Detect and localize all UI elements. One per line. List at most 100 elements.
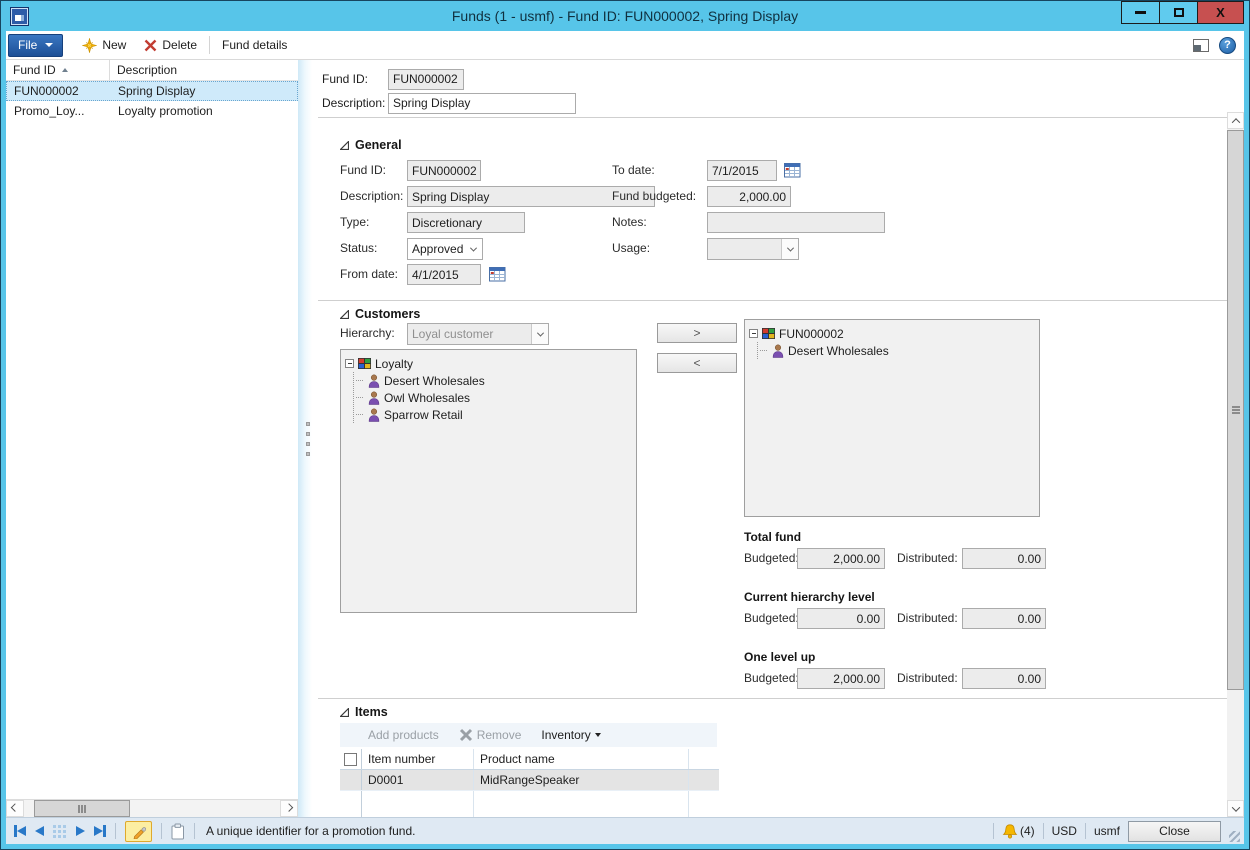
statusbar-separator — [161, 823, 162, 839]
company-indicator[interactable]: usmf — [1094, 824, 1120, 838]
close-button[interactable]: Close — [1128, 821, 1221, 842]
current-level-budgeted-field[interactable] — [797, 608, 885, 629]
empty-cell — [689, 791, 719, 817]
splitter-dot — [306, 432, 310, 436]
general-fund-id-field[interactable] — [407, 160, 481, 181]
scroll-down-button[interactable] — [1227, 800, 1244, 817]
fund-details-button[interactable]: Fund details — [213, 34, 296, 57]
tree-node-fund[interactable]: FUN000002 — [749, 325, 1035, 342]
inventory-menu-button[interactable]: Inventory — [541, 728, 600, 742]
notes-label: Notes: — [612, 212, 647, 233]
record-cell-description: Loyalty promotion — [111, 102, 297, 120]
help-icon[interactable]: ? — [1219, 37, 1236, 54]
record-row-fun000002[interactable]: FUN000002 Spring Display — [6, 81, 298, 101]
statusbar-separator — [1043, 823, 1044, 839]
collapse-icon[interactable] — [749, 329, 758, 338]
fund-budgeted-field[interactable] — [707, 186, 791, 207]
move-left-label: < — [693, 356, 700, 370]
detail-vscrollbar[interactable] — [1227, 112, 1244, 817]
first-record-button[interactable] — [14, 825, 26, 837]
notifications-button[interactable]: (4) — [1002, 824, 1035, 839]
move-right-button[interactable]: > — [657, 323, 737, 343]
column-header-fund-id-label: Fund ID — [13, 63, 56, 77]
collapse-icon[interactable] — [345, 359, 354, 368]
notes-field[interactable] — [707, 212, 885, 233]
grid-view-icon[interactable] — [53, 825, 56, 828]
tree-node-customer[interactable]: Owl Wholesales — [356, 389, 632, 406]
product-name-column-header[interactable]: Product name — [474, 749, 689, 769]
record-row-promo-loy[interactable]: Promo_Loy... Loyalty promotion — [6, 101, 298, 121]
total-fund-distributed-field[interactable] — [962, 548, 1046, 569]
calendar-icon[interactable] — [489, 266, 506, 282]
current-level-distributed-field[interactable] — [962, 608, 1046, 629]
scroll-right-button[interactable] — [280, 800, 298, 817]
file-menu-button[interactable]: File — [8, 34, 63, 57]
vscroll-thumb[interactable] — [1227, 130, 1244, 690]
status-dropdown[interactable]: Approved — [407, 238, 483, 260]
move-left-button[interactable]: < — [657, 353, 737, 373]
usage-dropdown[interactable] — [707, 238, 799, 260]
move-right-label: > — [693, 326, 700, 340]
currency-indicator[interactable]: USD — [1052, 824, 1077, 838]
general-section-header[interactable]: General — [340, 138, 1227, 152]
column-header-fund-id[interactable]: Fund ID — [6, 60, 110, 80]
tree-node-loyalty[interactable]: Loyalty — [345, 355, 632, 372]
calendar-icon[interactable] — [784, 162, 801, 178]
minimize-icon — [1135, 11, 1146, 14]
row-select-cell[interactable] — [340, 770, 362, 790]
delete-button[interactable]: Delete — [135, 34, 206, 57]
add-products-button[interactable]: Add products — [368, 728, 439, 742]
scroll-up-button[interactable] — [1227, 112, 1244, 129]
hierarchy-dropdown[interactable]: Loyal customer — [407, 323, 549, 345]
layout-switch-icon[interactable] — [1193, 39, 1209, 52]
from-date-field[interactable] — [407, 264, 481, 285]
new-button[interactable]: New — [73, 34, 135, 57]
record-list-empty-space — [6, 121, 298, 799]
file-menu-label: File — [18, 38, 37, 52]
select-all-checkbox[interactable] — [344, 753, 357, 766]
tree-node-customer[interactable]: Desert Wholesales — [356, 372, 632, 389]
remove-button[interactable]: Remove — [459, 728, 522, 742]
last-record-button[interactable] — [94, 825, 106, 837]
status-value: Approved — [408, 239, 465, 259]
panel-splitter[interactable] — [298, 60, 318, 817]
tree-node-label: Loyalty — [375, 357, 413, 371]
tree-node-label: Desert Wholesales — [788, 344, 889, 358]
description-field[interactable] — [388, 93, 576, 114]
maximize-button[interactable] — [1159, 1, 1198, 24]
one-level-up-distributed-field[interactable] — [962, 668, 1046, 689]
next-record-button[interactable] — [76, 826, 85, 836]
to-date-field[interactable] — [707, 160, 777, 181]
hscroll-thumb[interactable] — [34, 800, 130, 817]
fund-customer-tree[interactable]: FUN000002 Desert Wholesales — [744, 319, 1040, 517]
statusbar-separator — [194, 823, 195, 839]
scroll-left-button[interactable] — [6, 800, 24, 817]
tree-node-customer[interactable]: Desert Wholesales — [760, 342, 1035, 359]
close-window-button[interactable]: X — [1197, 1, 1244, 24]
fund-id-field[interactable] — [388, 69, 464, 90]
total-fund-budgeted-field[interactable] — [797, 548, 885, 569]
items-grid-row[interactable]: D0001 MidRangeSpeaker — [340, 770, 719, 791]
splitter-dot — [306, 422, 310, 426]
budgeted-label: Budgeted: — [744, 548, 799, 569]
minimize-button[interactable] — [1121, 1, 1160, 24]
item-number-column-header[interactable]: Item number — [362, 749, 474, 769]
select-all-cell[interactable] — [340, 749, 362, 769]
column-header-description[interactable]: Description — [110, 63, 298, 77]
to-date-label: To date: — [612, 160, 655, 181]
previous-record-button[interactable] — [35, 826, 44, 836]
distributed-label: Distributed: — [897, 548, 958, 569]
items-section-header[interactable]: Items — [340, 705, 1227, 719]
general-section: General Fund ID: To date: Des — [318, 118, 1227, 300]
one-level-up-budgeted-field[interactable] — [797, 668, 885, 689]
vscroll-track[interactable] — [1227, 129, 1244, 800]
record-list-hscrollbar[interactable] — [6, 799, 298, 817]
resize-grip[interactable] — [1229, 831, 1240, 842]
type-field[interactable] — [407, 212, 525, 233]
clipboard-icon[interactable] — [171, 823, 185, 840]
empty-cell — [362, 791, 474, 817]
hscroll-track[interactable] — [24, 800, 280, 817]
tree-node-customer[interactable]: Sparrow Retail — [356, 406, 632, 423]
edit-mode-toggle[interactable] — [125, 821, 152, 842]
customer-source-tree[interactable]: Loyalty Desert Wholesales — [340, 349, 637, 613]
